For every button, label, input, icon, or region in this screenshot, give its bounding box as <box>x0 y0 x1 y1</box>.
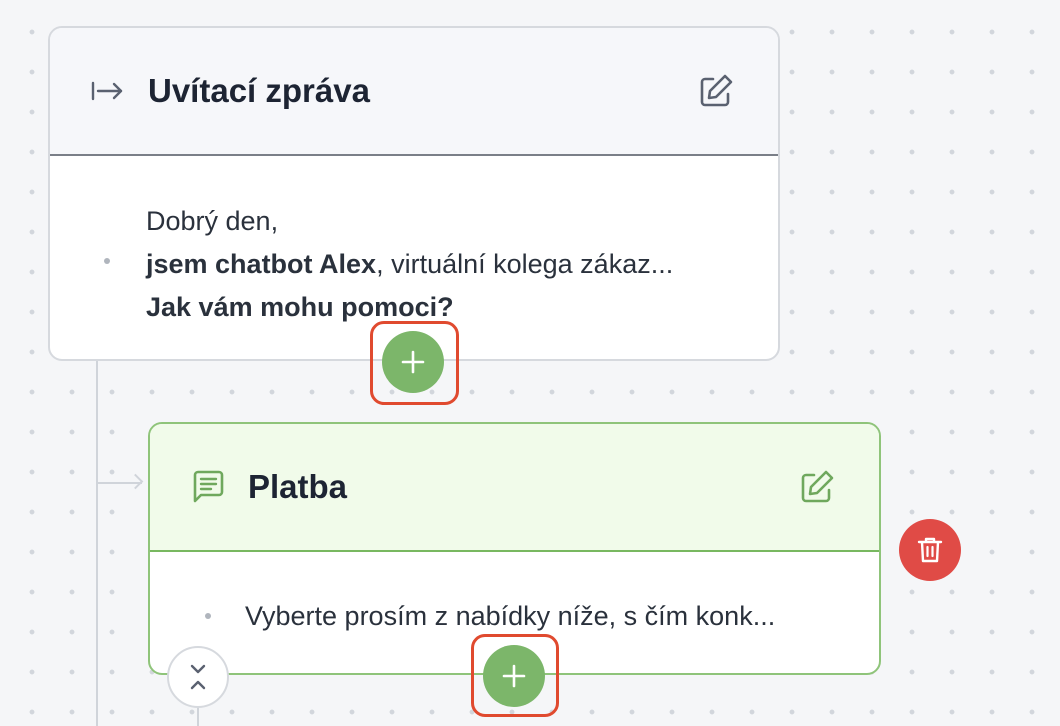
welcome-card-title: Uvítací zpráva <box>148 72 370 109</box>
add-step-button[interactable] <box>382 331 444 393</box>
arrow-to-right-icon <box>90 79 126 103</box>
collapse-button[interactable] <box>167 646 229 708</box>
delete-button[interactable] <box>899 519 961 581</box>
message-text: , virtuální kolega zákaz... <box>376 249 674 279</box>
message-bullet <box>104 258 110 264</box>
welcome-message-card[interactable]: Uvítací zpráva Dobrý den, jsem chatbot A… <box>48 26 780 361</box>
platba-card-title: Platba <box>248 468 348 505</box>
plus-icon <box>502 664 526 688</box>
platba-card-header: Platba <box>150 424 879 552</box>
add-step-button[interactable] <box>483 645 545 707</box>
message-icon <box>190 469 226 505</box>
plus-icon <box>401 350 425 374</box>
flow-arrow-icon <box>127 473 144 490</box>
message-bold-text: jsem chatbot Alex <box>146 249 377 279</box>
welcome-card-header: Uvítací zpráva <box>50 28 778 156</box>
edit-icon[interactable] <box>698 73 734 109</box>
message-bullet <box>205 613 211 619</box>
message-bold-text: Jak vám mohu pomoci? <box>146 292 454 322</box>
message-line: Dobrý den, <box>146 206 279 236</box>
flow-connector-vertical <box>96 360 98 726</box>
message-line: jsem chatbot Alex, virtuální kolega záka… <box>146 243 673 286</box>
welcome-message-text: Dobrý den, jsem chatbot Alex, virtuální … <box>146 200 673 329</box>
collapse-icon <box>190 664 206 690</box>
edit-icon[interactable] <box>799 469 835 505</box>
trash-icon <box>917 537 943 563</box>
platba-message-text: Vyberte prosím z nabídky níže, s čím kon… <box>245 601 776 631</box>
